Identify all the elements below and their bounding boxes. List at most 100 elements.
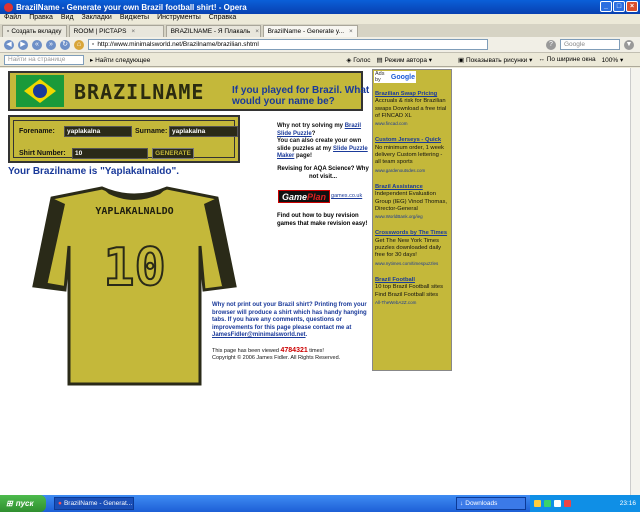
shirt-name-text: YAPLAKALNALDO <box>95 206 174 217</box>
menu-item-help[interactable]: Справка <box>209 14 236 24</box>
tab-new[interactable]: ▫ Создать вкладку <box>2 25 67 37</box>
security-icon[interactable] <box>564 500 571 507</box>
ad-url[interactable]: All-TheWebA2Z.com <box>375 299 449 306</box>
ad-item: Brazil Assistance Independent Evaluation… <box>375 184 449 220</box>
puzzle-promo: Why not try solving my Brazil Slide Puzz… <box>277 123 368 159</box>
author-mode-button[interactable]: ▤ Режим автора ▾ <box>376 56 432 64</box>
shirt-number-text: 10 <box>102 237 167 299</box>
brazilname-header: BRAZILNAME If you played for Brazil. Wha… <box>8 71 369 111</box>
gameplan-link[interactable]: games.co.uk <box>331 193 362 199</box>
taskbar: ⊞ пуск ● BrazilName - Generat... ↓ Download… <box>0 495 640 512</box>
generate-button[interactable]: GENERATE <box>152 148 194 159</box>
rewind-icon[interactable]: « <box>32 39 42 50</box>
zoom-select[interactable]: 100% ▾ <box>602 56 624 64</box>
tab-brazilname-active[interactable]: BrazilName - Generate y... × <box>262 25 358 37</box>
address-url: http://www.minimalsworld.net/Brazilname/… <box>97 41 259 48</box>
ad-item: Brazilian Swap Pricing Accruals & risk f… <box>375 91 449 127</box>
revise-text: Revising for AQA Science? Why not visit.… <box>277 166 369 180</box>
tagline: If you played for Brazil. What would you… <box>232 85 370 107</box>
tab-brazilname-ru[interactable]: BRAZILNAME - Я Плакаль × <box>165 25 261 37</box>
download-icon: ↓ <box>460 500 464 507</box>
revision-games-text: Find out how to buy revision games that … <box>277 213 368 227</box>
menu-item-view[interactable]: Вид <box>61 14 74 24</box>
address-toolbar: ◀ ▶ « » ↻ ⌂ ▫ http://www.minimalsworld.n… <box>0 37 640 53</box>
forward-icon[interactable]: ▶ <box>18 39 28 50</box>
shirt-number-input[interactable]: 10 <box>72 148 148 159</box>
find-next-button[interactable]: ▸ Найти следующее <box>90 56 150 64</box>
gameplan-logo[interactable]: GamePlan <box>278 189 331 203</box>
tab-pictaps[interactable]: ROOM | PICTAPS × <box>68 25 164 37</box>
email-link[interactable]: JamesFidler@minimalsworld.net <box>212 332 306 338</box>
secondary-toolbar: Найти на странице ▸ Найти следующее ◈ Го… <box>0 53 640 67</box>
menu-item-file[interactable]: Файл <box>4 14 21 24</box>
images-icon: ▣ <box>458 56 466 64</box>
fit-width-button[interactable]: ↔ По ширине окна <box>538 56 595 63</box>
menu-item-edit[interactable]: Правка <box>29 14 53 24</box>
copyright: Copyright © 2006 James Fidler. All Right… <box>212 355 341 361</box>
taskbar-item-opera[interactable]: ● BrazilName - Generat... <box>54 497 134 510</box>
ad-url[interactable]: www.WorldBank.org/ieg <box>375 213 449 220</box>
menu-item-tools[interactable]: Инструменты <box>157 14 201 24</box>
surname-label: Surname: <box>135 128 168 135</box>
voice-button[interactable]: ◈ Голос <box>346 56 370 64</box>
opera-icon: ● <box>58 500 62 507</box>
taskbar-item-downloads[interactable]: ↓ Downloads <box>456 497 526 510</box>
ad-title-link[interactable]: Crosswords by The Times <box>375 230 449 237</box>
tab-close-icon[interactable]: × <box>255 28 259 35</box>
ad-item: Custom Jerseys - Quick No minimum order,… <box>375 137 449 173</box>
ad-title-link[interactable]: Custom Jerseys - Quick <box>375 137 449 144</box>
shirt-number-label: Shirt Number: <box>19 150 66 157</box>
ad-item: Crosswords by The Times Get The New York… <box>375 230 449 267</box>
tab-close-icon[interactable]: × <box>131 28 135 35</box>
print-info: Why not print out your Brazil shirt? Pri… <box>212 302 367 338</box>
menu-item-bookmarks[interactable]: Закладки <box>82 14 112 24</box>
view-count: 4784321 <box>280 347 308 354</box>
page-scrollbar[interactable] <box>630 68 640 495</box>
volume-icon[interactable] <box>554 500 561 507</box>
forename-input[interactable]: yaplakalna <box>64 126 132 137</box>
home-icon[interactable]: ⌂ <box>74 39 84 50</box>
google-ads: Ads by Google Brazilian Swap Pricing Acc… <box>372 69 452 371</box>
show-images-button[interactable]: ▣ Показывать рисунки ▾ <box>458 56 532 64</box>
trash-icon[interactable]: ▼ <box>624 39 634 50</box>
back-icon[interactable]: ◀ <box>4 39 14 50</box>
maximize-button[interactable]: □ <box>613 1 625 12</box>
ad-title-link[interactable]: Brazilian Swap Pricing <box>375 91 449 98</box>
reload-icon[interactable]: ↻ <box>60 39 70 50</box>
start-button[interactable]: ⊞ пуск <box>0 495 46 512</box>
fast-forward-icon[interactable]: » <box>46 39 56 50</box>
ad-title-link[interactable]: Brazil Assistance <box>375 184 449 191</box>
gameplan-banner[interactable]: GamePlan games.co.uk <box>278 189 383 203</box>
close-button[interactable]: × <box>626 1 638 12</box>
ads-by-google[interactable]: Ads by Google <box>374 71 416 83</box>
fit-width-icon: ↔ <box>538 56 547 63</box>
page-viewport: BRAZILNAME If you played for Brazil. Wha… <box>0 68 630 495</box>
system-tray: 23:16 <box>530 495 640 512</box>
minimize-button[interactable]: _ <box>600 1 612 12</box>
tray-icon[interactable] <box>534 500 541 507</box>
help-icon[interactable]: ? <box>546 39 556 50</box>
opera-icon <box>4 2 13 12</box>
surname-input[interactable]: yaplakalna <box>169 126 238 137</box>
tab-close-icon[interactable]: × <box>349 28 353 35</box>
find-input[interactable]: Найти на странице <box>4 54 84 65</box>
ad-url[interactable]: www.fincad.com <box>375 120 449 127</box>
result-text: Your Brazilname is "Yaplakalnaldo". <box>8 166 180 177</box>
window-title-bar: BrazilName - Generate your own Brazil fo… <box>0 0 640 14</box>
search-input[interactable]: Google <box>560 39 620 50</box>
ad-item: Brazil Football 10 top Brazil Football s… <box>375 277 449 306</box>
ad-url[interactable]: www.nytimes.com/timespuzzles <box>375 260 449 267</box>
forename-label: Forename: <box>19 128 55 135</box>
tab-bar: ▫ Создать вкладку ROOM | PICTAPS × BRAZILN… <box>0 24 640 37</box>
menu-item-widgets[interactable]: Виджеты <box>120 14 149 24</box>
view-counter: This page has been viewed 4784321 times!… <box>212 347 341 361</box>
address-field[interactable]: ▫ http://www.minimalsworld.net/Brazilnam… <box>88 39 488 50</box>
ad-url[interactable]: www.gardenoutsdes.com <box>375 167 449 174</box>
menu-bar: Файл Правка Вид Закладки Виджеты Инструм… <box>0 14 640 24</box>
network-icon[interactable] <box>544 500 551 507</box>
page-icon: ▫ <box>92 41 95 48</box>
windows-logo-icon: ⊞ <box>6 499 13 508</box>
ad-title-link[interactable]: Brazil Football <box>375 277 449 284</box>
football-shirt: YAPLAKALNALDO 10 <box>32 186 237 386</box>
new-tab-icon: ▫ <box>7 28 10 35</box>
